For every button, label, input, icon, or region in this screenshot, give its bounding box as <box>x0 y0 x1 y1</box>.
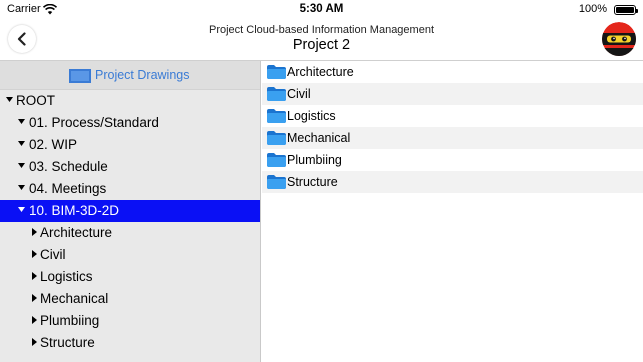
folder-name: Structure <box>287 175 338 189</box>
tree-item[interactable]: Plumbiing <box>0 310 260 332</box>
tree-item-label: 03. Schedule <box>29 159 108 174</box>
disclosure-collapsed-icon[interactable] <box>30 222 40 244</box>
nav-header: Project Cloud-based Information Manageme… <box>0 20 643 61</box>
tree-item-label: 10. BIM-3D-2D <box>29 203 120 218</box>
folder-icon <box>267 153 286 167</box>
ninja-avatar-icon <box>602 22 636 56</box>
disclosure-expanded-icon[interactable] <box>17 200 27 222</box>
status-bar: Carrier 5:30 AM 100% <box>0 0 643 20</box>
tree-item[interactable]: 03. Schedule <box>0 156 260 178</box>
tree-item[interactable]: Mechanical <box>0 288 260 310</box>
tree-item-label: Logistics <box>40 269 93 284</box>
folder-row[interactable]: Civil <box>262 83 643 105</box>
folder-name: Logistics <box>287 109 336 123</box>
tree-item-label: 02. WIP <box>29 137 78 152</box>
folder-icon <box>267 175 286 189</box>
page-subtitle: Project Cloud-based Information Manageme… <box>208 24 434 36</box>
clock: 5:30 AM <box>299 3 344 15</box>
disclosure-collapsed-icon[interactable] <box>30 288 40 310</box>
folder-name: Architecture <box>287 65 354 79</box>
tree-item-label: Mechanical <box>40 291 109 306</box>
folder-row[interactable]: Plumbiing <box>262 149 643 171</box>
tree-item[interactable]: 10. BIM-3D-2D <box>0 200 260 222</box>
tree-item[interactable]: Logistics <box>0 266 260 288</box>
tree-item-label: 04. Meetings <box>29 181 107 196</box>
tree-item[interactable]: ROOT <box>0 90 260 112</box>
disclosure-collapsed-icon[interactable] <box>30 244 40 266</box>
folder-name: Mechanical <box>287 131 351 145</box>
sidebar-header-label: Project Drawings <box>95 68 190 82</box>
folder-list: Architecture Civil Logistics Mechanical Plum… <box>262 61 643 362</box>
folder-icon <box>267 131 286 145</box>
folder-row[interactable]: Structure <box>262 171 643 193</box>
disclosure-expanded-icon[interactable] <box>17 134 27 156</box>
battery-percent: 100% <box>578 3 607 15</box>
disclosure-collapsed-icon[interactable] <box>30 310 40 332</box>
folder-icon <box>267 65 286 79</box>
battery-icon <box>614 5 638 15</box>
folder-name: Civil <box>287 87 311 101</box>
tree-item-label: Civil <box>40 247 66 262</box>
tree-item[interactable]: Structure <box>0 332 260 354</box>
sidebar-header[interactable]: Project Drawings <box>0 61 260 90</box>
disclosure-collapsed-icon[interactable] <box>30 332 40 354</box>
folder-row[interactable]: Logistics <box>262 105 643 127</box>
disclosure-expanded-icon[interactable] <box>5 90 15 112</box>
tree-item-label: Structure <box>40 335 95 350</box>
tree-item-label: Architecture <box>40 225 113 240</box>
page-title: Project 2 <box>292 37 351 53</box>
folder-row[interactable]: Architecture <box>262 61 643 83</box>
avatar[interactable] <box>602 22 636 56</box>
tree-item[interactable]: Civil <box>0 244 260 266</box>
folder-icon <box>267 109 286 123</box>
tree-item-label: ROOT <box>16 93 55 108</box>
tree-item[interactable]: 01. Process/Standard <box>0 112 260 134</box>
disclosure-expanded-icon[interactable] <box>17 156 27 178</box>
disclosure-collapsed-icon[interactable] <box>30 266 40 288</box>
tree-item[interactable]: Architecture <box>0 222 260 244</box>
sidebar: Project Drawings ROOT 01. Process/Standar… <box>0 61 261 362</box>
tree-item[interactable]: 02. WIP <box>0 134 260 156</box>
tree-item[interactable]: 04. Meetings <box>0 178 260 200</box>
disclosure-expanded-icon[interactable] <box>17 112 27 134</box>
folder-icon <box>69 69 91 83</box>
folder-name: Plumbiing <box>287 153 342 167</box>
folder-icon <box>267 87 286 101</box>
tree-item-label: 01. Process/Standard <box>29 115 159 130</box>
tree-item-label: Plumbiing <box>40 313 100 328</box>
disclosure-expanded-icon[interactable] <box>17 178 27 200</box>
folder-row[interactable]: Mechanical <box>262 127 643 149</box>
